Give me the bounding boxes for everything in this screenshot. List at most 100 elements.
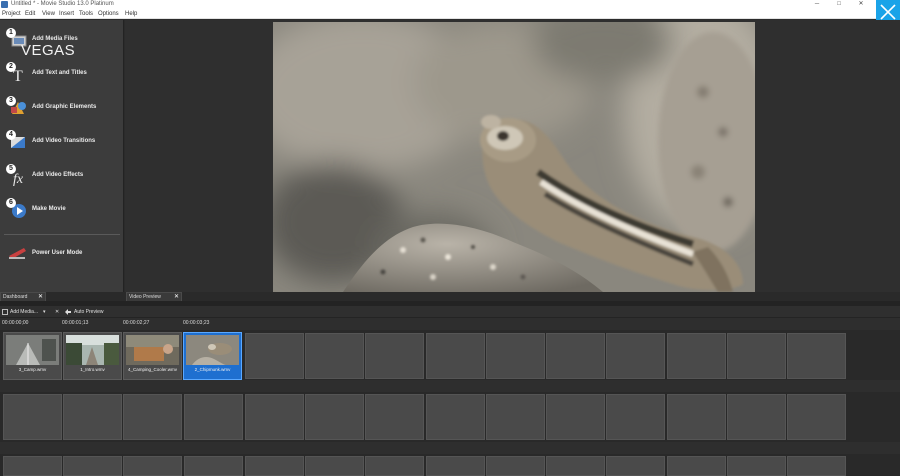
empty-slot[interactable] [546,394,605,440]
timecode-label: 00:00:01;13 [62,320,89,326]
clip-filename: 2_Chipmunk.wmv [194,367,231,372]
empty-slot[interactable] [63,394,122,440]
empty-slot[interactable] [486,333,545,379]
maximize-button[interactable]: □ [832,0,846,9]
menu-view[interactable]: View [42,9,55,19]
clip-camp[interactable]: 3_Camp.wmv [3,332,62,380]
svg-text:fx: fx [13,172,24,186]
menu-bar: Project Edit View Insert Tools Options H… [0,9,900,19]
clip-intro[interactable]: 1_Intro.wmv [63,332,122,380]
empty-slot[interactable] [727,394,786,440]
menu-edit[interactable]: Edit [25,9,35,19]
empty-slot[interactable] [123,394,182,440]
clip-chipmunk[interactable]: 2_Chipmunk.wmv [183,332,242,380]
empty-slot[interactable] [305,394,364,440]
empty-slot[interactable] [546,456,605,476]
storyboard-timeline: 00:00:00;00 00:00:01;13 00:00:02;27 00:0… [0,318,900,476]
chipmunk-video-frame [273,22,755,292]
empty-slot[interactable] [123,456,182,476]
empty-slot[interactable] [245,333,304,379]
add-media-dropdown[interactable]: ▾ [43,306,46,318]
window-close-button[interactable]: ✕ [854,0,868,9]
clip-thumbnail [66,335,119,365]
close-tab-icon[interactable]: ✕ [38,293,43,301]
empty-slot[interactable] [245,456,304,476]
empty-slot[interactable] [667,394,726,440]
clip-filename: 4_Camping_Cooler.wmv [127,367,178,372]
empty-slot[interactable] [426,394,485,440]
empty-slot[interactable] [787,394,846,440]
empty-slot[interactable] [426,456,485,476]
empty-slot[interactable] [606,456,665,476]
empty-slot[interactable] [305,333,364,379]
step-label: Add Video Transitions [32,138,96,144]
empty-slot[interactable] [727,456,786,476]
step-number: 4 [6,130,16,140]
empty-slot[interactable] [606,394,665,440]
step-label: Add Video Effects [32,172,84,178]
close-icon [880,4,896,20]
power-user-mode-button[interactable]: Power User Mode [6,242,120,268]
window-title: Untitled * - Movie Studio 13.0 Platinum [11,1,114,7]
step-add-graphic-elements[interactable]: 3 Add Graphic Elements [6,96,120,122]
add-media-icon [2,306,8,318]
step-make-movie[interactable]: 6 Make Movie [6,198,120,224]
empty-slot[interactable] [787,333,846,379]
empty-slot[interactable] [305,456,364,476]
empty-slot[interactable] [486,456,545,476]
empty-slot[interactable] [3,456,62,476]
tab-video-preview[interactable]: Video Preview ✕ [126,292,182,301]
add-media-button[interactable]: Add Media... [10,306,38,318]
step-label: Add Graphic Elements [32,104,97,110]
menu-options[interactable]: Options [98,9,119,19]
auto-preview-icon [65,306,72,318]
menu-project[interactable]: Project [2,9,21,19]
step-add-text-titles[interactable]: T 2 Add Text and Titles [6,62,120,88]
empty-slot[interactable] [606,333,665,379]
close-tab-icon[interactable]: ✕ [174,293,179,301]
media-toolbar: Add Media... ▾ ✕ Auto Preview [0,306,900,318]
empty-slot[interactable] [365,394,424,440]
empty-slot[interactable] [365,456,424,476]
clip-filename: 1_Intro.wmv [80,367,105,372]
step-add-video-transitions[interactable]: 4 Add Video Transitions [6,130,120,156]
remove-media-button[interactable]: ✕ [55,306,59,318]
step-label: Add Text and Titles [32,70,87,76]
video-preview-frame[interactable] [273,22,755,292]
empty-slot[interactable] [63,456,122,476]
menu-insert[interactable]: Insert [59,9,74,19]
empty-slot[interactable] [727,333,786,379]
timecode-label: 00:00:02;27 [123,320,150,326]
title-bar: Untitled * - Movie Studio 13.0 Platinum … [0,0,900,9]
empty-slot[interactable] [3,394,62,440]
step-number: 1 [6,28,16,38]
tab-dashboard[interactable]: Dashboard ✕ [0,292,46,301]
empty-slot[interactable] [787,456,846,476]
video-preview-panel [125,20,900,292]
empty-slot[interactable] [184,456,243,476]
step-label: Power User Mode [32,250,83,256]
empty-slot[interactable] [426,333,485,379]
clip-thumbnail [126,335,179,365]
menu-tools[interactable]: Tools [79,9,93,19]
minimize-button[interactable]: ─ [810,0,824,9]
empty-slot[interactable] [546,333,605,379]
empty-slot[interactable] [667,456,726,476]
empty-slot[interactable] [365,333,424,379]
power-user-icon [6,242,28,264]
auto-preview-toggle[interactable]: Auto Preview [74,306,103,318]
app-icon [1,1,8,8]
tab-label: Video Preview [129,294,161,300]
clip-thumbnail [186,335,239,365]
dashboard-panel: 1 Add Media Files VEGAS T 2 Add Text and… [0,20,124,292]
storyboard-row: 3_Camp.wmv 1_Intro.wmv 4_Camping_Cooler.… [0,330,900,380]
empty-slot[interactable] [184,394,243,440]
empty-slot[interactable] [486,394,545,440]
step-number: 5 [6,164,16,174]
clip-camping-cooler[interactable]: 4_Camping_Cooler.wmv [123,332,182,380]
step-add-video-effects[interactable]: fx 5 Add Video Effects [6,164,120,190]
step-number: 6 [6,198,16,208]
empty-slot[interactable] [667,333,726,379]
empty-slot[interactable] [245,394,304,440]
menu-help[interactable]: Help [125,9,137,19]
